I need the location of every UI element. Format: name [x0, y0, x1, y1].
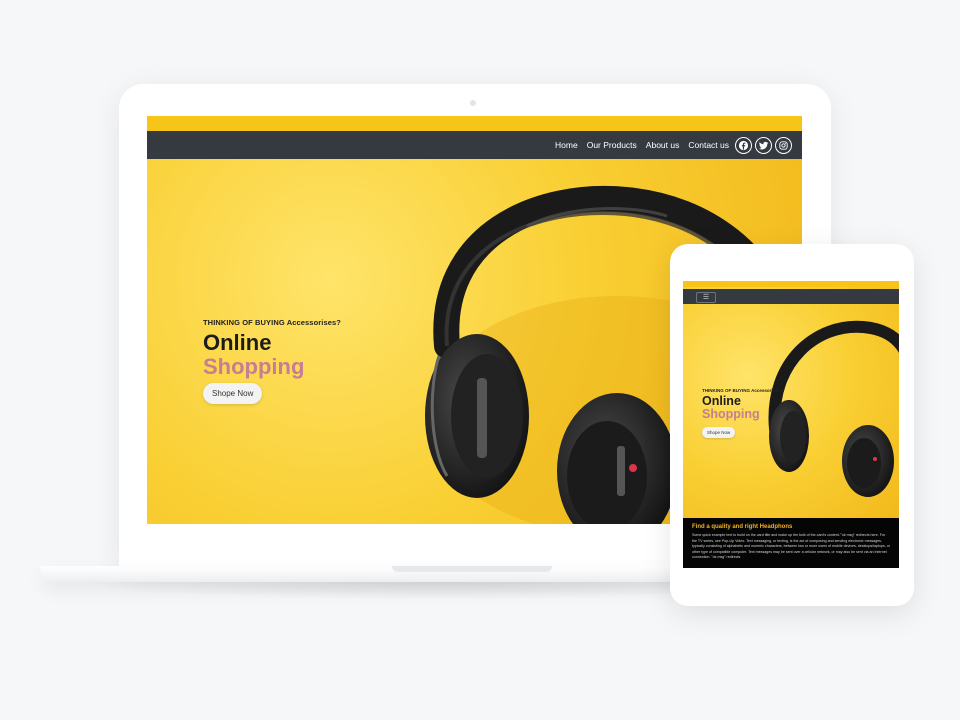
tablet-website-screen: ☰ THINKING OF BUYING Accessorises? Onlin…: [683, 281, 899, 568]
hero-title-line2: Shopping: [203, 354, 305, 379]
tablet-hero-content: THINKING OF BUYING Accessorises? Online …: [702, 388, 783, 439]
nav-link-our-products[interactable]: Our Products: [587, 140, 637, 150]
navbar: Home Our Products About us Contact us: [147, 131, 802, 159]
twitter-icon[interactable]: [755, 136, 772, 154]
laptop-base-notch: [392, 566, 552, 572]
hero-kicker: THINKING OF BUYING Accessorises?: [203, 318, 341, 327]
tablet-hero-kicker: THINKING OF BUYING Accessorises?: [702, 388, 783, 393]
top-accent-strip: [147, 116, 802, 131]
instagram-icon[interactable]: [775, 136, 792, 154]
nav-link-about-us[interactable]: About us: [646, 140, 680, 150]
tablet-hero-title-line2: Shopping: [702, 407, 760, 421]
nav-link-home[interactable]: Home: [555, 140, 578, 150]
shop-now-button[interactable]: Shope Now: [203, 383, 263, 404]
tablet-top-accent-strip: [683, 281, 899, 287]
hamburger-icon[interactable]: ☰: [696, 292, 716, 303]
tablet-info-section: Find a quality and right Headphons Some …: [683, 518, 899, 568]
facebook-icon[interactable]: [735, 136, 752, 154]
tablet-navbar: ☰: [683, 289, 899, 304]
nav-link-contact-us[interactable]: Contact us: [688, 140, 729, 150]
laptop-camera: [470, 100, 476, 106]
tablet-section-title: Find a quality and right Headphons: [692, 524, 793, 530]
hero-title-line1: Online: [203, 330, 272, 355]
hero-content: THINKING OF BUYING Accessorises? Online …: [203, 318, 341, 404]
tablet-hero: ☰ THINKING OF BUYING Accessorises? Onlin…: [683, 281, 899, 518]
tablet-section-body: Some quick example text to build on the …: [692, 533, 890, 560]
tablet-shop-now-button[interactable]: Shope Now: [702, 427, 736, 438]
